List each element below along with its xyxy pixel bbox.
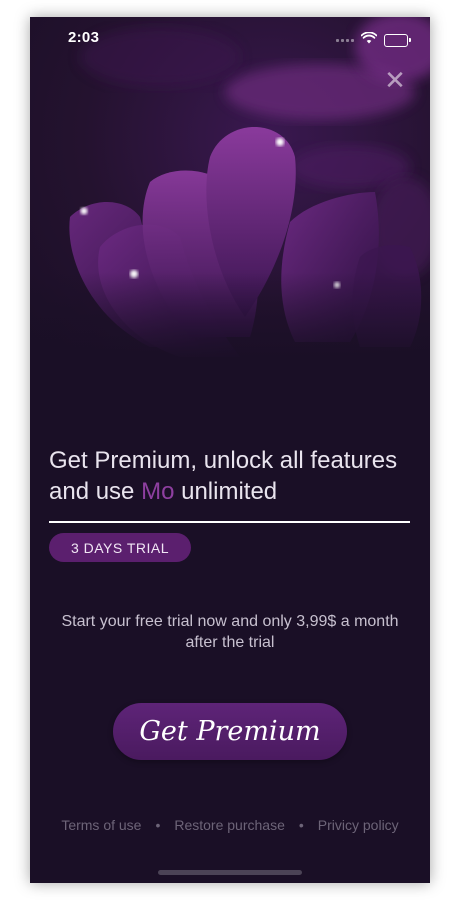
wifi-icon: [360, 31, 378, 49]
footer-separator: •: [155, 817, 161, 833]
terms-of-use-link[interactable]: Terms of use: [61, 817, 141, 833]
hero-image: [30, 17, 430, 362]
headline-divider: [49, 521, 410, 523]
paywall-screen: 2:03 ✕ Get Premium, unlock all features …: [30, 17, 430, 883]
magnolia-flower-image: [30, 17, 430, 362]
get-premium-button[interactable]: Get Premium: [113, 703, 347, 760]
footer-separator: •: [298, 817, 304, 833]
status-bar: 2:03: [30, 17, 430, 61]
headline-text-end: unlimited: [174, 478, 278, 505]
close-icon[interactable]: ✕: [382, 67, 408, 93]
home-indicator[interactable]: [158, 870, 302, 875]
signal-dots-icon: [336, 38, 354, 42]
status-icons: [336, 31, 411, 49]
trial-badge: 3 DAYS TRIAL: [49, 533, 191, 562]
footer-links: Terms of use • Restore purchase • Privic…: [30, 817, 430, 833]
battery-icon: [384, 33, 411, 47]
pricing-description: Start your free trial now and only 3,99$…: [61, 613, 399, 651]
privacy-policy-link[interactable]: Privicy policy: [318, 817, 399, 833]
restore-purchase-link[interactable]: Restore purchase: [174, 817, 285, 833]
headline-app-name: Mo: [141, 478, 175, 505]
status-time: 2:03: [68, 29, 100, 46]
premium-headline: Get Premium, unlock all features and use…: [49, 445, 419, 507]
